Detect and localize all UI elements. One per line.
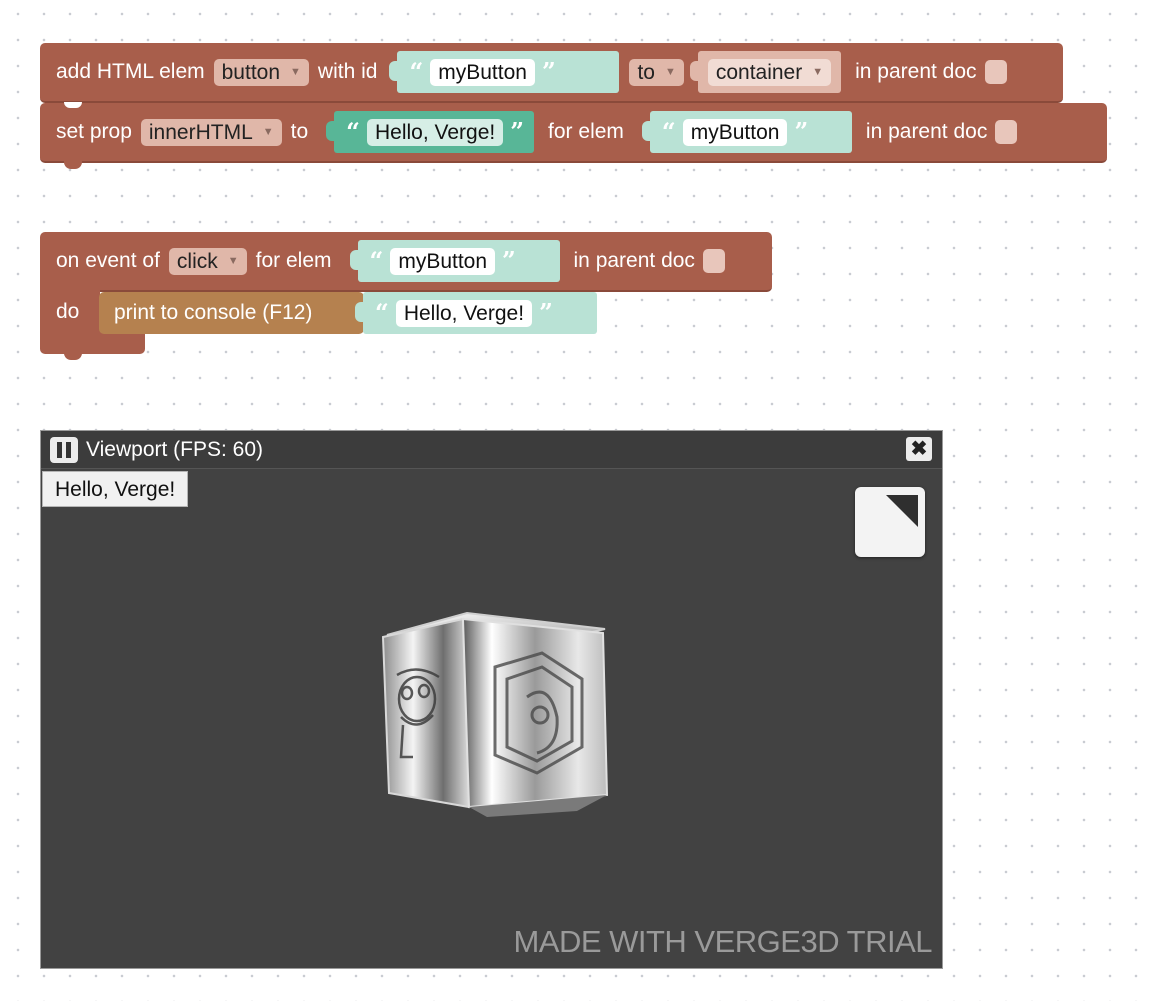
close-icon[interactable]: ✖: [906, 437, 932, 461]
block-connector: [64, 352, 82, 360]
value-text[interactable]: Hello, Verge!: [366, 118, 504, 146]
add-html-elem-label: add HTML elem: [56, 60, 205, 83]
with-id-label: with id: [317, 60, 378, 83]
elem-type-value: button: [221, 60, 281, 84]
on-event-footer: [40, 332, 145, 354]
pause-icon[interactable]: [50, 436, 78, 463]
on-event-label: on event of: [56, 249, 160, 272]
viewport-title: Viewport (FPS: 60): [86, 437, 264, 461]
quote-open-icon: “: [375, 298, 389, 327]
in-parent-doc-label: in parent doc: [573, 249, 695, 272]
print-text-value[interactable]: Hello, Verge!: [395, 299, 533, 327]
chevron-down-icon: ▼: [664, 65, 676, 78]
to-label: to: [290, 120, 309, 143]
quote-open-icon: “: [369, 246, 384, 275]
prop-dropdown[interactable]: innerHTML ▼: [140, 118, 282, 146]
for-elem-label: for elem: [255, 249, 332, 272]
on-event-block[interactable]: on event of click ▼ for elem “ myButton …: [40, 232, 772, 292]
in-parent-doc-checkbox[interactable]: [702, 249, 725, 273]
to-label: to: [637, 60, 655, 84]
fullscreen-icon[interactable]: [855, 487, 925, 557]
id-text-block[interactable]: “ myButton ”: [389, 51, 620, 93]
chevron-down-icon: ▼: [262, 125, 274, 138]
chevron-down-icon: ▼: [812, 65, 824, 78]
elem-text-value[interactable]: myButton: [682, 118, 788, 146]
add-html-elem-block[interactable]: add HTML elem button ▼ with id “ myButto…: [40, 43, 1063, 103]
elem-text-value[interactable]: myButton: [390, 247, 496, 275]
prop-value: innerHTML: [148, 120, 253, 144]
chevron-down-icon: ▼: [290, 65, 301, 78]
to-dropdown[interactable]: to ▼: [629, 58, 684, 86]
print-text-block[interactable]: “ Hello, Verge! ”: [355, 292, 597, 334]
event-dropdown[interactable]: click ▼: [168, 247, 247, 275]
trial-watermark: MADE WITH VERGE3D TRIAL: [513, 924, 932, 959]
quote-close-icon: ”: [794, 117, 809, 146]
hello-verge-button[interactable]: Hello, Verge!: [42, 471, 189, 507]
quote-close-icon: ”: [541, 57, 556, 86]
elem-text-block[interactable]: “ myButton ”: [641, 111, 852, 153]
print-console-block[interactable]: print to console (F12): [99, 292, 364, 334]
viewport-panel[interactable]: Viewport (FPS: 60) ✖ Hello, Verge! MADE …: [40, 430, 943, 969]
quote-close-icon: ”: [539, 298, 553, 327]
block-connector: [64, 161, 82, 169]
chrome-cube-model: [377, 607, 617, 827]
elem-type-dropdown[interactable]: button ▼: [213, 58, 309, 86]
event-value: click: [176, 249, 218, 273]
quote-close-icon: ”: [502, 246, 516, 275]
in-parent-doc-checkbox[interactable]: [984, 60, 1007, 84]
value-text-block[interactable]: “ Hello, Verge! ”: [326, 111, 535, 153]
parent-dropdown[interactable]: container ▼: [707, 58, 832, 86]
set-prop-label: set prop: [56, 120, 132, 143]
id-text-value[interactable]: myButton: [430, 58, 535, 86]
set-prop-block[interactable]: set prop innerHTML ▼ to “ Hello, Verge! …: [40, 102, 1107, 169]
quote-open-icon: “: [346, 117, 360, 146]
parent-field-block[interactable]: container ▼: [689, 51, 842, 93]
viewport-header: Viewport (FPS: 60): [41, 431, 942, 469]
for-elem-label: for elem: [548, 120, 624, 143]
in-parent-doc-checkbox[interactable]: [995, 120, 1018, 144]
chevron-down-icon: ▼: [227, 254, 239, 267]
in-parent-doc-label: in parent doc: [855, 60, 977, 83]
quote-open-icon: “: [661, 117, 676, 146]
elem-text-block[interactable]: “ myButton ”: [349, 240, 560, 282]
in-parent-doc-label: in parent doc: [865, 120, 988, 143]
parent-value: container: [715, 60, 803, 84]
print-label: print to console (F12): [114, 301, 313, 324]
quote-close-icon: ”: [510, 117, 525, 146]
quote-open-icon: “: [409, 57, 424, 86]
do-label: do: [56, 300, 80, 323]
